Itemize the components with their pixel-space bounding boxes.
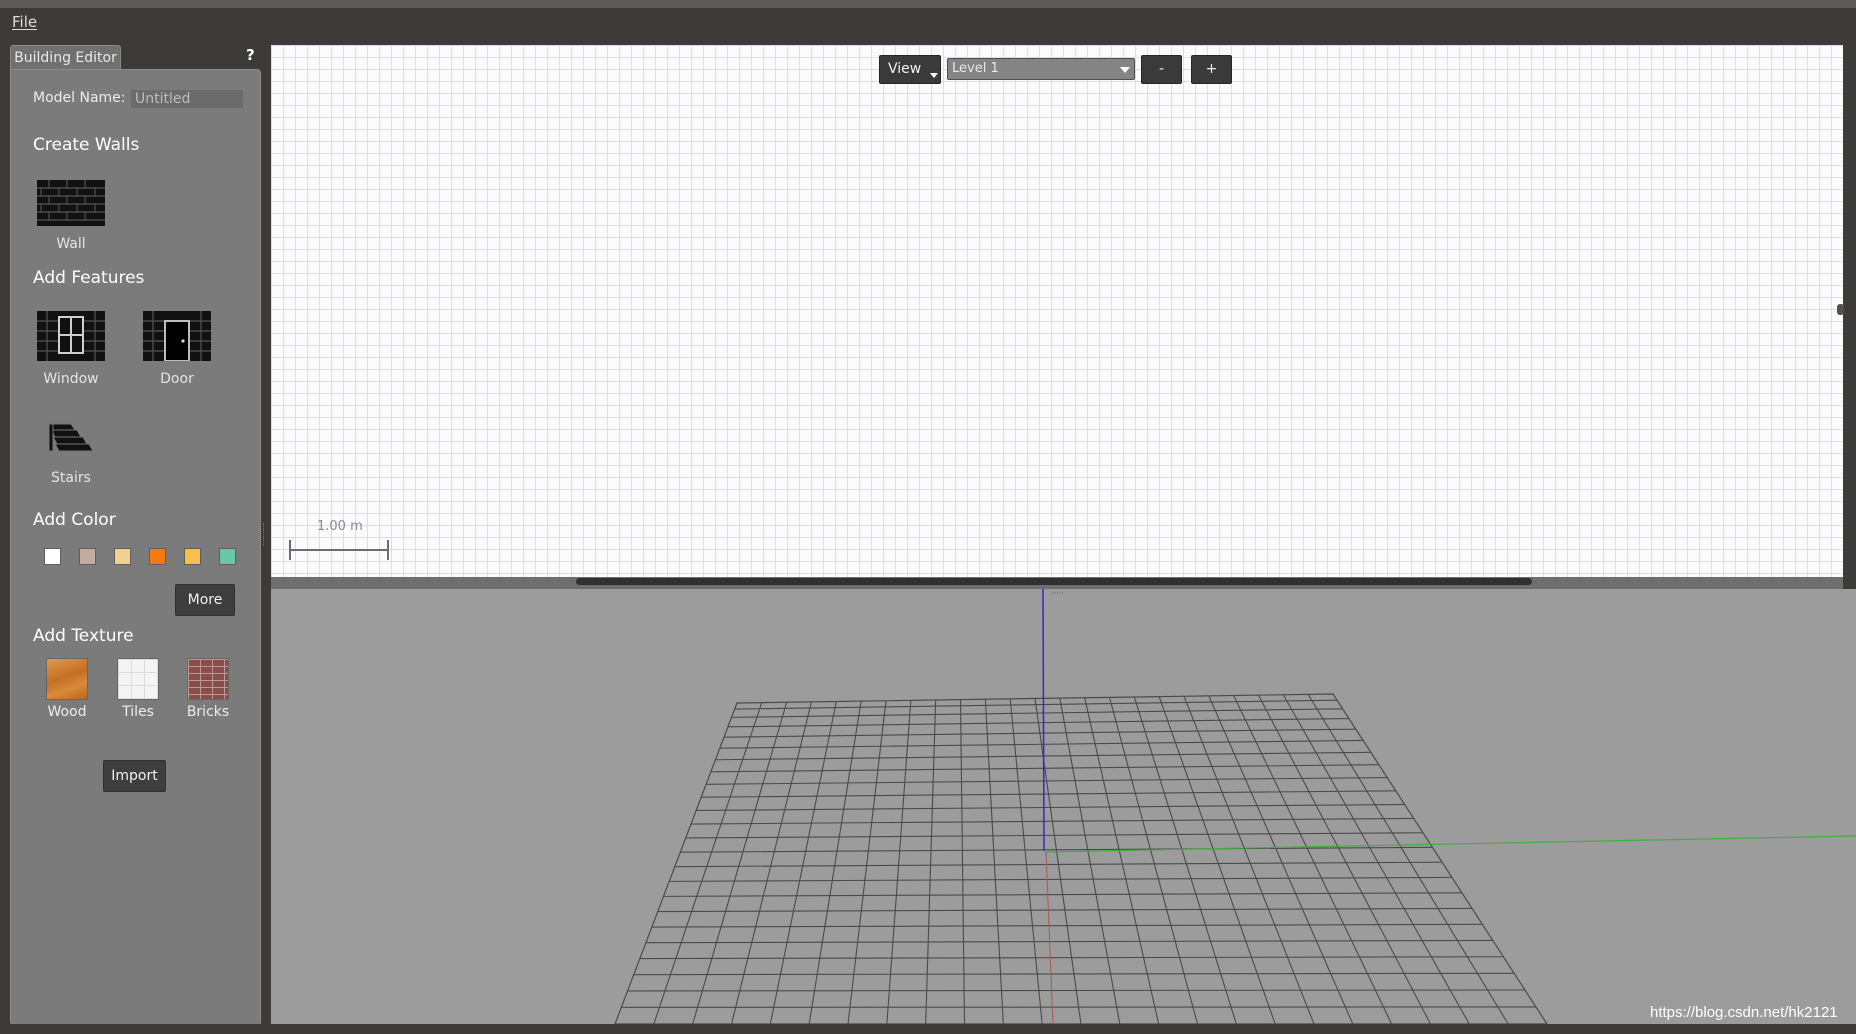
texture-bricks[interactable]: Bricks [173,658,243,720]
help-button[interactable]: ? [246,46,255,64]
title-strip [0,0,1856,8]
menu-bar: File [0,8,1856,40]
add-color-heading: Add Color [33,510,116,530]
view-splitter-grip[interactable]: ····· [1051,589,1071,598]
view-button-label: View [888,61,922,77]
wall-tool[interactable]: Wall [26,180,116,252]
model-name-label: Model Name: [33,90,126,106]
horizontal-scrollbar-thumb[interactable] [576,578,1532,585]
tab-building-editor[interactable]: Building Editor [10,45,121,70]
horizontal-scrollbar[interactable] [271,577,1843,589]
stairs-tool[interactable]: Stairs [26,420,116,486]
bricks-texture-icon [187,658,229,700]
scale-label: 1.00 m [317,519,363,534]
texture-bricks-label: Bricks [186,704,230,720]
window-label: Window [43,371,99,387]
door-label: Door [160,371,194,387]
vertical-scroll-handle[interactable] [1837,304,1844,315]
color-swatch-teal[interactable] [219,548,236,565]
editor-3d-viewport[interactable]: ····· [271,589,1856,1024]
window-icon [37,311,105,361]
texture-tiles-label: Tiles [122,704,154,720]
editor-2d-canvas[interactable]: View Level 1 - + 1.00 m [271,45,1844,577]
more-colors-button[interactable]: More [175,584,235,616]
bottom-strip [0,1024,1856,1034]
dock-splitter[interactable] [263,523,268,545]
x-axis [1045,835,1856,853]
door-tool[interactable]: Door [132,311,222,387]
color-swatch-orange[interactable] [149,548,166,565]
z-axis [1042,589,1045,852]
menu-file[interactable]: File [12,13,37,31]
zoom-out-button[interactable]: - [1141,55,1182,84]
watermark-text: https://blog.csdn.net/hk2121 [1650,1004,1838,1021]
scale-bar [289,540,389,560]
texture-wood[interactable]: Wood [32,658,102,720]
stairs-label: Stairs [51,470,91,486]
zoom-in-button[interactable]: + [1191,55,1232,84]
color-swatch-white[interactable] [44,548,61,565]
tiles-texture-icon [117,658,159,700]
view-menu-button[interactable]: View [879,55,941,84]
model-name-input[interactable] [131,90,243,108]
import-button[interactable]: Import [103,760,166,792]
chevron-down-icon [930,73,938,78]
color-swatch-beige[interactable] [114,548,131,565]
add-features-heading: Add Features [33,268,145,288]
door-icon [143,311,211,362]
color-swatch-yellow[interactable] [184,548,201,565]
ground-grid [614,589,1856,1024]
wall-icon [37,180,105,226]
color-swatch-taupe[interactable] [79,548,96,565]
y-axis [1045,851,1054,1024]
wall-label: Wall [56,236,86,252]
level-select-value: Level 1 [952,61,999,76]
texture-tiles[interactable]: Tiles [103,658,173,720]
stairs-icon [48,423,94,452]
level-select[interactable]: Level 1 [947,58,1135,80]
texture-wood-label: Wood [47,704,87,720]
wood-texture-icon [46,658,88,700]
dropdown-caret-icon [1120,67,1130,73]
window-tool[interactable]: Window [26,311,116,387]
building-editor-panel: Model Name: Create Walls Wall Add Featur… [10,69,261,1026]
create-walls-heading: Create Walls [33,135,140,155]
add-texture-heading: Add Texture [33,626,134,646]
